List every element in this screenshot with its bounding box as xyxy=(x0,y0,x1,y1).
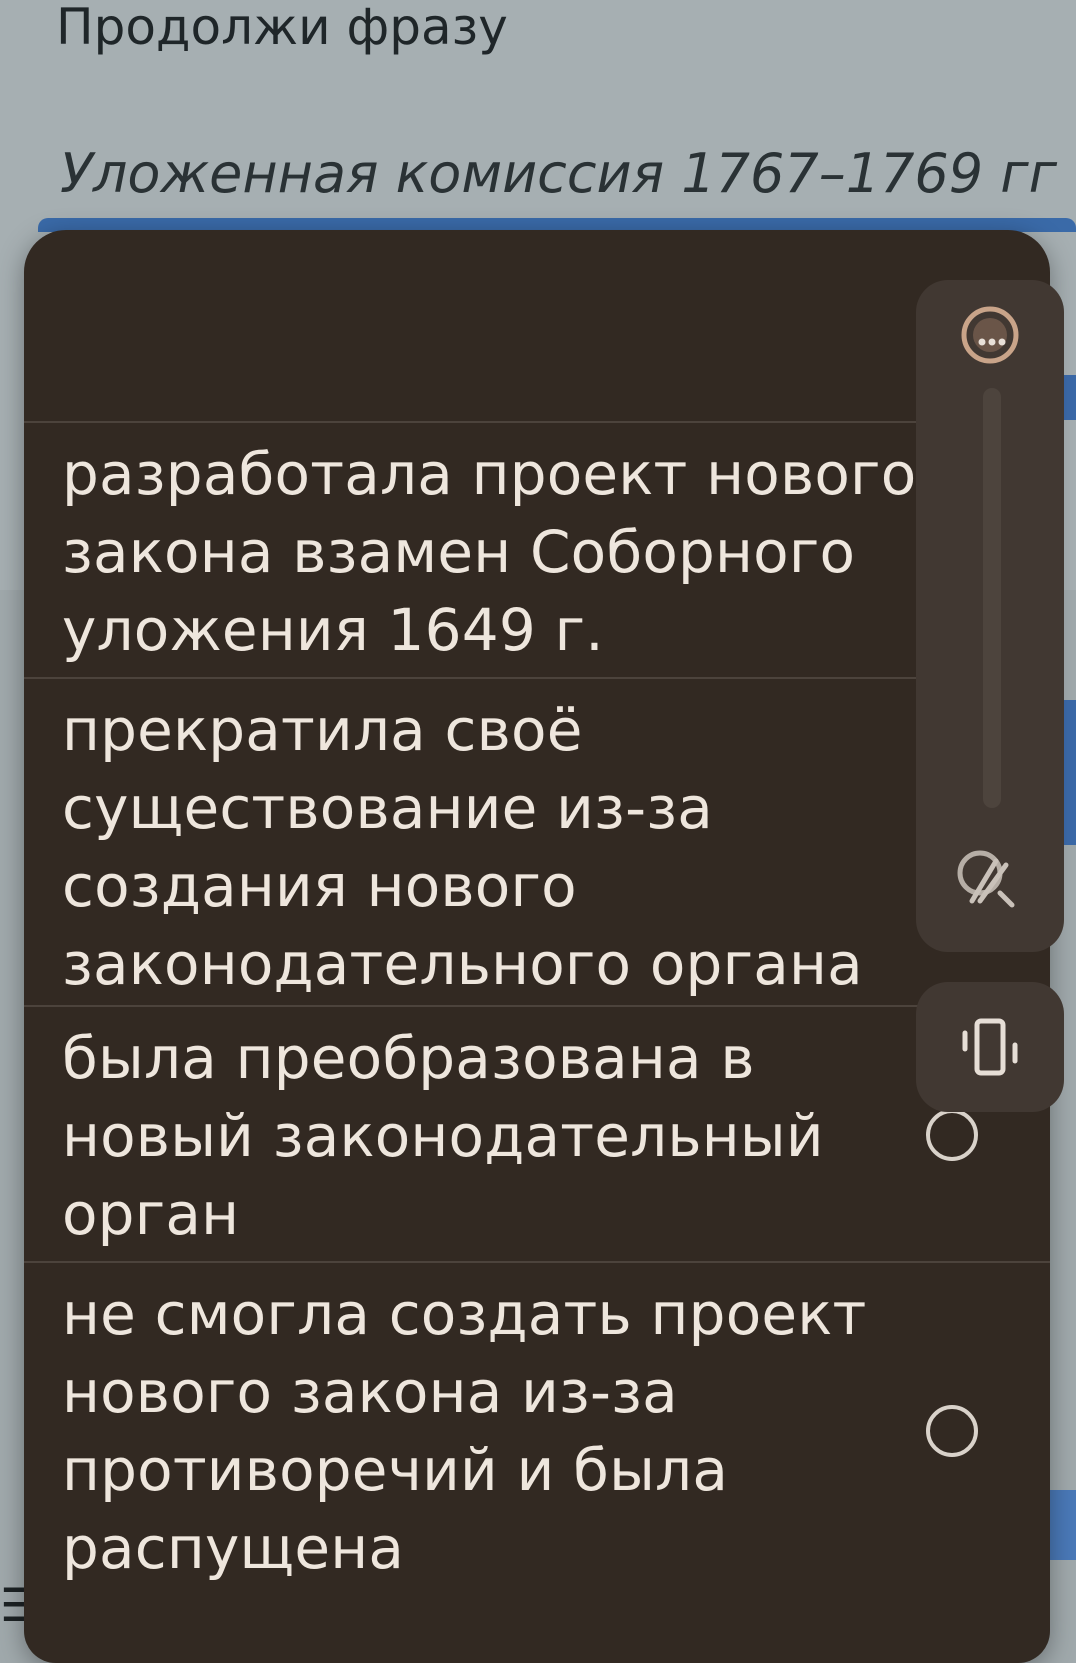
live-caption-off-icon[interactable] xyxy=(950,843,1026,919)
radio-button[interactable] xyxy=(926,1109,978,1161)
option-item[interactable]: была преобразована в новый законодательн… xyxy=(24,1007,1050,1263)
option-item[interactable]: прекратила своё существование из-за созд… xyxy=(24,679,1050,1007)
sound-mode-icon[interactable] xyxy=(955,300,1025,370)
options-dropdown: разработала проект нового закона взамен … xyxy=(24,230,1050,1663)
background-link xyxy=(1046,1490,1076,1560)
volume-slider[interactable] xyxy=(983,388,1001,808)
radio-button[interactable] xyxy=(926,1405,978,1457)
question-subject: Уложенная комиссия 1767–1769 гг xyxy=(60,142,1058,205)
option-label: не смогла создать проект нового закона и… xyxy=(62,1280,867,1582)
option-item[interactable]: не смогла создать проект нового закона и… xyxy=(24,1263,1050,1663)
option-label: была преобразована в новый законодательн… xyxy=(62,1024,824,1248)
option-label: разработала проект нового закона взамен … xyxy=(62,440,917,664)
option-label: прекратила своё существование из-за созд… xyxy=(62,696,863,998)
dropdown-header xyxy=(24,230,1050,423)
option-item[interactable]: разработала проект нового закона взамен … xyxy=(24,423,1050,679)
vibrate-icon[interactable] xyxy=(955,1013,1025,1083)
question-heading: Продолжи фразу xyxy=(56,0,508,56)
